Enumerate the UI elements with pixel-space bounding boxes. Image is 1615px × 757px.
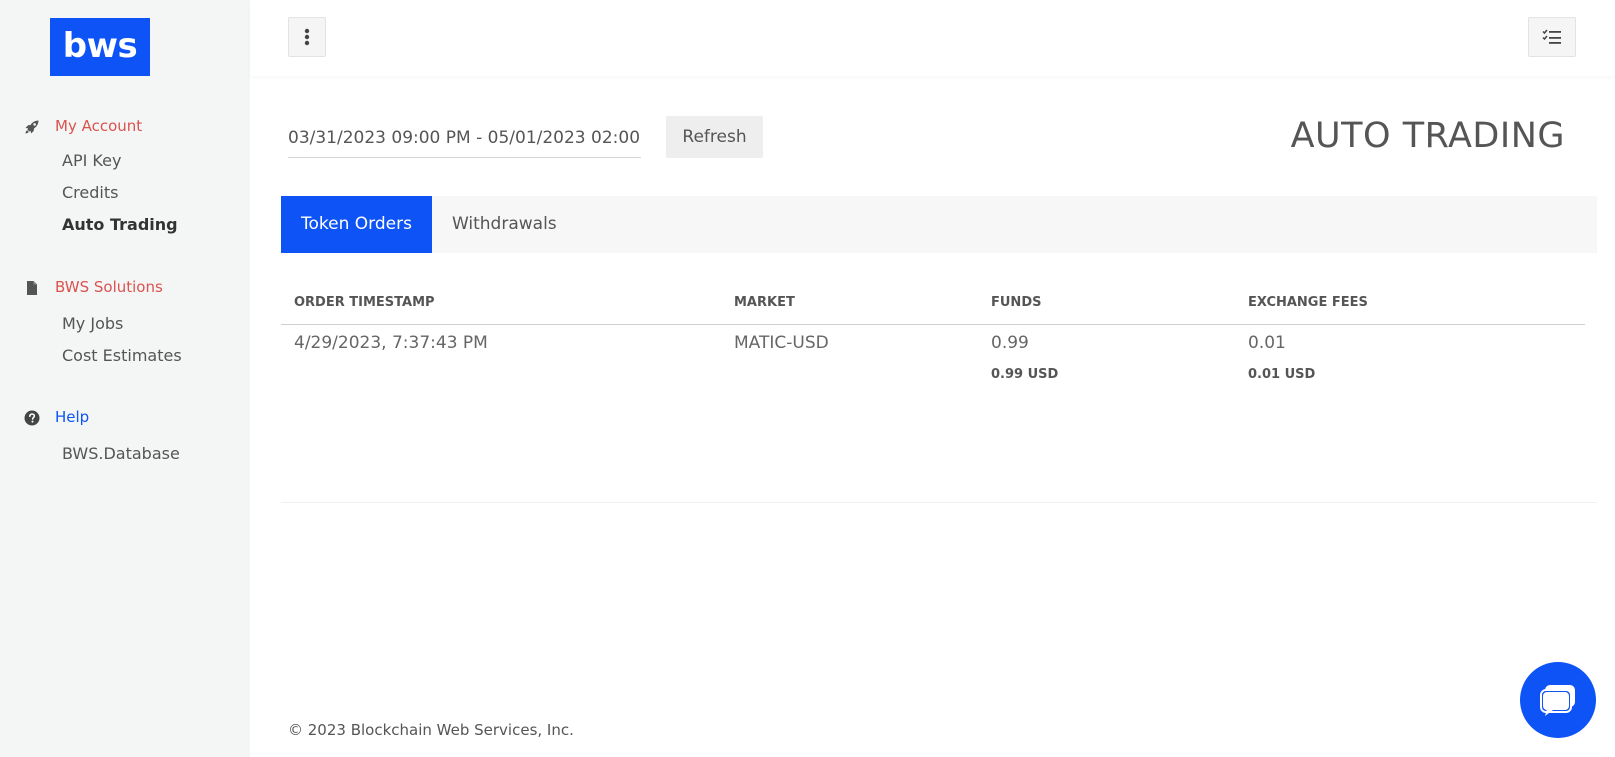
sidebar: bws My Account API Key Credits Auto Trad… (0, 0, 250, 757)
table-row[interactable]: 4/29/2023, 7:37:43 PM MATIC-USD 0.99 0.9… (281, 324, 1585, 400)
cell-market: MATIC-USD (734, 332, 829, 353)
checklist-icon (1542, 29, 1561, 44)
tab-withdrawals[interactable]: Withdrawals (432, 196, 577, 253)
funds-usd-value: 0.99 USD (991, 366, 1059, 382)
sidebar-item-cost-estimates[interactable]: Cost Estimates (62, 340, 250, 372)
chat-button[interactable] (1520, 662, 1596, 738)
tab-token-orders[interactable]: Token Orders (281, 196, 432, 253)
column-header-funds[interactable]: FUNDS (978, 282, 1235, 325)
sidebar-section-header[interactable]: BWS Solutions (0, 276, 250, 300)
column-header-order-timestamp[interactable]: ORDER TIMESTAMP (281, 282, 721, 325)
sidebar-item-bws-database[interactable]: BWS.Database (62, 438, 250, 470)
orders-table: ORDER TIMESTAMP MARKET FUNDS EXCHANGE FE… (281, 282, 1585, 400)
sidebar-section-header[interactable]: My Account (0, 115, 250, 139)
sidebar-section-bws-solutions: BWS Solutions My Jobs Cost Estimates (0, 276, 250, 372)
cell-order-timestamp: 4/29/2023, 7:37:43 PM (294, 332, 488, 353)
topbar (250, 0, 1615, 76)
sidebar-section-title-bws-solutions: BWS Solutions (55, 278, 163, 296)
rocket-icon (25, 120, 39, 134)
date-range-input[interactable] (288, 118, 641, 158)
bws-logo[interactable]: bws (50, 18, 150, 76)
tabs: Token Orders Withdrawals (281, 196, 1597, 253)
column-header-market[interactable]: MARKET (721, 282, 978, 325)
column-header-exchange-fees[interactable]: EXCHANGE FEES (1235, 282, 1585, 325)
table-header-row: ORDER TIMESTAMP MARKET FUNDS EXCHANGE FE… (281, 282, 1585, 325)
fees-usd-value: 0.01 USD (1248, 366, 1316, 382)
chat-bubble-icon (1540, 685, 1575, 716)
funds-value: 0.99 (991, 332, 1029, 353)
fees-value: 0.01 (1248, 332, 1286, 353)
refresh-button[interactable]: Refresh (666, 116, 763, 158)
sidebar-section-my-account: My Account API Key Credits Auto Trading (0, 115, 250, 241)
content-divider (281, 502, 1597, 503)
page-title: AUTO TRADING (1290, 116, 1565, 156)
sidebar-section-title-help: Help (55, 408, 90, 426)
vertical-dots-icon (304, 28, 310, 46)
sidebar-section-help: Help BWS.Database (0, 406, 250, 470)
question-circle-icon (24, 410, 40, 426)
cell-funds: 0.99 0.99 USD (978, 324, 1235, 400)
footer-copyright: © 2023 Blockchain Web Services, Inc. (288, 721, 574, 739)
cell-exchange-fees: 0.01 0.01 USD (1235, 324, 1585, 400)
checklist-button[interactable] (1528, 17, 1576, 57)
more-options-button[interactable] (288, 17, 326, 57)
sidebar-item-my-jobs[interactable]: My Jobs (62, 308, 250, 340)
sidebar-item-api-key[interactable]: API Key (62, 145, 250, 177)
sidebar-section-header[interactable]: Help (0, 406, 250, 430)
sidebar-section-title-my-account: My Account (55, 117, 143, 135)
sidebar-item-credits[interactable]: Credits (62, 177, 250, 209)
sidebar-item-auto-trading[interactable]: Auto Trading (62, 209, 250, 241)
document-icon (27, 281, 37, 295)
